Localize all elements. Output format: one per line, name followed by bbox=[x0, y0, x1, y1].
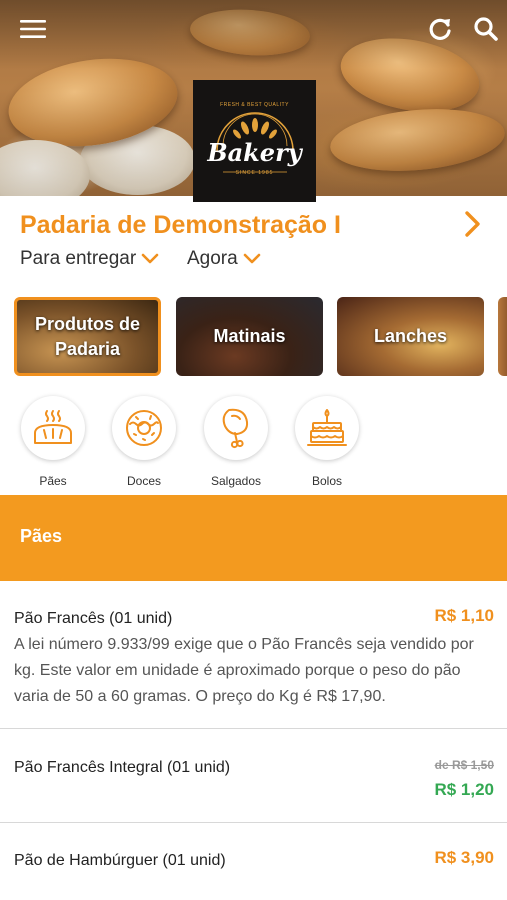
category-label: Matinais bbox=[213, 326, 286, 346]
product-price: R$ 1,20 bbox=[434, 780, 494, 799]
bakery-logo: FRESH & BEST QUALITY Bakery SINCE 1985 bbox=[193, 80, 316, 202]
product-name: Pão Francês Integral (01 unid) bbox=[14, 759, 231, 776]
chevron-right-icon bbox=[465, 211, 480, 237]
logo-tagline: FRESH & BEST QUALITY bbox=[220, 102, 289, 108]
category-card-partial[interactable] bbox=[498, 297, 507, 376]
subcategory-salgados[interactable]: Salgados bbox=[202, 396, 270, 488]
refresh-icon bbox=[429, 18, 451, 40]
delivery-mode-label: Para entregar bbox=[20, 248, 137, 269]
chevron-down-icon bbox=[243, 253, 261, 264]
subcategory-label: Salgados bbox=[210, 474, 262, 488]
logo-name: Bakery bbox=[207, 138, 302, 167]
subcategory-bolos[interactable]: Bolos bbox=[293, 396, 361, 488]
search-icon bbox=[474, 17, 498, 41]
product-name: Pão Francês (01 unid) bbox=[14, 610, 173, 627]
subcategory-label: Pães bbox=[39, 474, 67, 488]
category-label: Produtos de bbox=[34, 313, 140, 334]
cake-icon bbox=[307, 409, 347, 446]
chicken-leg-icon bbox=[222, 408, 249, 449]
product-item[interactable]: Pão Francês Integral (01 unid) de R$ 1,5… bbox=[0, 729, 507, 823]
section-title: Pães bbox=[20, 526, 63, 546]
subcategory-label: Bolos bbox=[311, 474, 343, 488]
category-label: Lanches bbox=[373, 326, 448, 346]
refresh-button[interactable] bbox=[425, 14, 455, 44]
store-name[interactable]: Padaria de Demonstração I bbox=[20, 211, 341, 240]
subcategory-doces[interactable]: Doces bbox=[110, 396, 178, 488]
menu-button[interactable] bbox=[18, 14, 48, 44]
category-label: Padaria bbox=[54, 338, 121, 359]
schedule-label: Agora bbox=[187, 248, 238, 269]
category-card-produtos-de-padaria[interactable]: Produtos de Padaria bbox=[14, 297, 161, 376]
donut-icon bbox=[126, 410, 162, 446]
subcategory-paes[interactable]: Pães bbox=[19, 396, 87, 488]
product-name: Pão de Hambúrguer (01 unid) bbox=[14, 852, 226, 869]
category-card-matinais[interactable]: Matinais bbox=[176, 297, 323, 376]
subcategory-label: Doces bbox=[126, 474, 161, 488]
category-card-lanches[interactable]: Lanches bbox=[337, 297, 484, 376]
product-description: A lei número 9.933/99 exige que o Pão Fr… bbox=[14, 636, 474, 705]
hamburger-menu-icon bbox=[20, 20, 46, 38]
logo-since: SINCE 1985 bbox=[235, 170, 274, 176]
product-price: R$ 3,90 bbox=[434, 848, 494, 867]
schedule-selector[interactable]: Agora bbox=[187, 248, 261, 270]
store-details-button[interactable] bbox=[462, 209, 488, 239]
section-header: Pães bbox=[0, 495, 507, 581]
chevron-down-icon bbox=[141, 253, 159, 264]
search-button[interactable] bbox=[471, 14, 501, 44]
delivery-mode-selector[interactable]: Para entregar bbox=[20, 248, 159, 270]
product-item[interactable]: Pão de Hambúrguer (01 unid) R$ 3,90 bbox=[0, 823, 507, 900]
product-old-price: de R$ 1,50 bbox=[434, 758, 494, 772]
product-price: R$ 1,10 bbox=[434, 606, 494, 625]
bread-icon bbox=[34, 410, 72, 444]
product-item[interactable]: Pão Francês (01 unid) R$ 1,10 A lei núme… bbox=[0, 581, 507, 729]
